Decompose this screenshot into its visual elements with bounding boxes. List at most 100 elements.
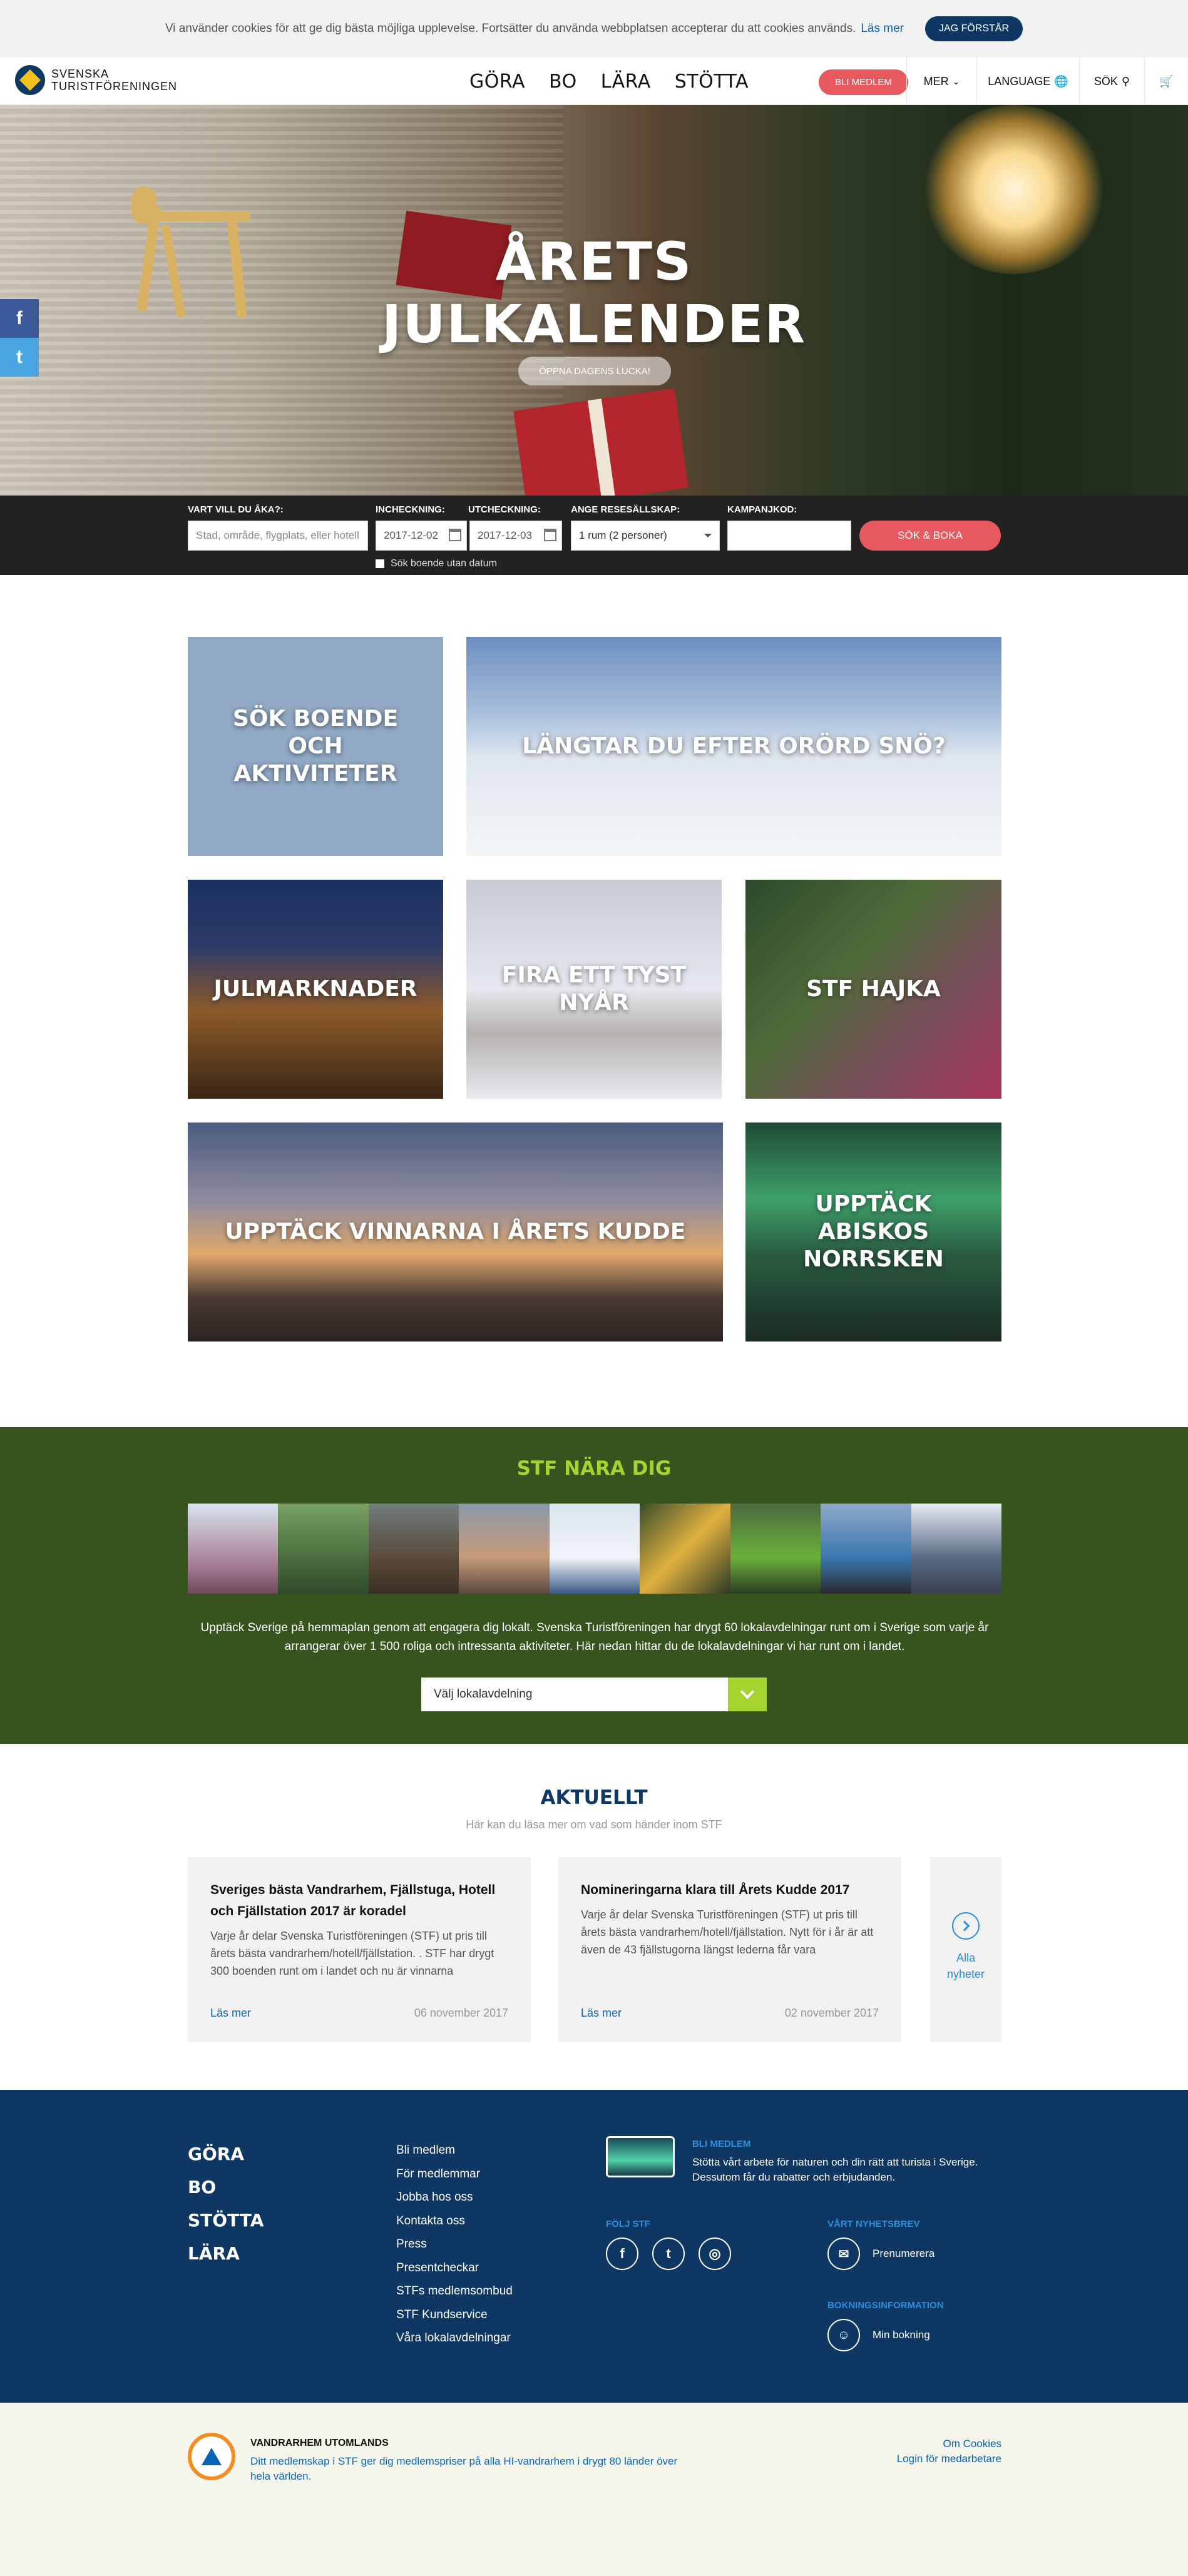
tile-abisko-aurora[interactable]: UPPTÄCK ABISKOS NORRSKEN: [745, 1123, 1001, 1341]
cookie-bar: Vi använder cookies för att ge dig bästa…: [0, 0, 1188, 58]
language-label: LANGUAGE: [988, 74, 1051, 88]
footer-link[interactable]: Jobba hos oss: [396, 2186, 513, 2209]
cart-button[interactable]: 🛒: [1144, 58, 1188, 105]
local-branch-select[interactable]: Välj lokalavdelning: [421, 1677, 767, 1711]
news-card-date: 06 november 2017: [414, 2007, 508, 2019]
section-text: Upptäck Sverige på hemmaplan genom att e…: [200, 1621, 989, 1653]
footer-link[interactable]: Bli medlem: [396, 2139, 513, 2162]
caret-down-icon: [704, 534, 712, 541]
activity-photo: [368, 1504, 459, 1594]
checkbox[interactable]: [376, 559, 384, 568]
cart-icon: 🛒: [1159, 74, 1174, 88]
footer-link[interactable]: Presentcheckar: [396, 2256, 513, 2280]
search-book-button[interactable]: SÖK & BOKA: [859, 521, 1001, 551]
cookies-link[interactable]: Om Cookies: [814, 2438, 1001, 2450]
follow-heading: FÖLJ STF: [606, 2219, 650, 2229]
tile-quiet-new-year[interactable]: FIRA ETT TYST NYÅR: [466, 880, 722, 1099]
all-news-link[interactable]: Alla nyheter: [930, 1857, 1001, 2042]
subscribe-link[interactable]: ✉ Prenumerera: [827, 2237, 935, 2270]
news-card[interactable]: Sveriges bästa Vandrarhem, Fjällstuga, H…: [188, 1857, 531, 2042]
instagram-icon[interactable]: ◎: [699, 2237, 731, 2270]
news-card[interactable]: Nomineringarna klara till Årets Kudde 20…: [558, 1857, 901, 2042]
staff-login-link[interactable]: Login för medarbetare: [814, 2453, 1001, 2465]
footer-link[interactable]: Våra lokalavdelningar: [396, 2326, 513, 2350]
news-card-text: Varje år delar Svenska Turistföreningen …: [210, 1930, 494, 1977]
news-title: AKTUELLT: [540, 1786, 648, 1809]
activity-photo: [911, 1504, 1001, 1594]
nav-stotta[interactable]: STÖTTA: [675, 71, 749, 93]
news-card-date: 02 november 2017: [784, 2007, 879, 2019]
news-card-title[interactable]: Sveriges bästa Vandrarhem, Fjällstuga, H…: [210, 1880, 508, 1922]
main-nav: GÖRA BO LÄRA STÖTTA: [469, 58, 772, 105]
footer-nav-bo[interactable]: BO: [188, 2171, 264, 2204]
open-todays-door-button[interactable]: ÖPPNA DAGENS LUCKA!: [518, 357, 671, 385]
party-select[interactable]: 1 rum (2 personer): [571, 521, 720, 551]
tile-stf-hajka[interactable]: STF HAJKA: [745, 880, 1001, 1099]
facebook-icon[interactable]: f: [606, 2237, 638, 2270]
cookie-accept-button[interactable]: JAG FÖRSTÅR: [925, 16, 1023, 41]
activity-photo: [459, 1504, 550, 1594]
chevron-right-icon: [952, 1912, 980, 1940]
search-menu[interactable]: SÖK ⚲: [1079, 58, 1144, 105]
photo-strip: [188, 1504, 1001, 1594]
where-input[interactable]: Stad, område, flygplats, eller hotell: [188, 521, 368, 551]
checkin-date-input[interactable]: 2017-12-02: [376, 521, 467, 551]
activity-photo: [730, 1504, 821, 1594]
twitter-icon[interactable]: t: [652, 2237, 685, 2270]
member-heading[interactable]: BLI MEDLEM: [692, 2139, 750, 2149]
party-label: ANGE RESESÄLLSKAP:: [571, 504, 680, 515]
my-booking-link[interactable]: ☺ Min bokning: [827, 2319, 930, 2351]
footer-nav-stotta[interactable]: STÖTTA: [188, 2204, 264, 2237]
footer-links: Bli medlem För medlemmar Jobba hos oss K…: [396, 2139, 513, 2350]
activity-photo: [188, 1504, 279, 1594]
more-label: MER: [923, 74, 949, 88]
tile-untouched-snow[interactable]: LÄNGTAR DU EFTER ORÖRD SNÖ?: [466, 637, 1001, 856]
booking-info-heading: BOKNINGSINFORMATION: [827, 2300, 944, 2311]
hi-text[interactable]: Ditt medlemskap i STF ger dig medlemspri…: [250, 2454, 689, 2484]
news-card-title[interactable]: Nomineringarna klara till Årets Kudde 20…: [581, 1880, 879, 1901]
member-card-image[interactable]: [606, 2136, 675, 2177]
read-more-link[interactable]: Läs mer: [581, 2007, 622, 2020]
checkout-date-input[interactable]: 2017-12-03: [469, 521, 562, 551]
footer-link[interactable]: STF Kundservice: [396, 2303, 513, 2327]
nav-gora[interactable]: GÖRA: [469, 71, 525, 93]
footer-link[interactable]: För medlemmar: [396, 2162, 513, 2186]
hero-banner: ÅRETS JULKALENDER ÖPPNA DAGENS LUCKA! f …: [0, 105, 1188, 496]
footer-nav-lara[interactable]: LÄRA: [188, 2237, 264, 2270]
search-label: SÖK: [1093, 74, 1118, 88]
read-more-link[interactable]: Läs mer: [210, 2007, 251, 2020]
logo[interactable]: SVENSKA TURISTFÖRENINGEN: [15, 65, 177, 95]
globe-icon: 🌐: [1054, 74, 1068, 88]
become-member-button[interactable]: BLI MEDLEM: [819, 69, 908, 95]
hero-title: ÅRETS JULKALENDER: [381, 231, 807, 355]
footer-link[interactable]: Kontakta oss: [396, 2209, 513, 2233]
stf-logo-icon: [15, 65, 45, 95]
cookie-read-more-link[interactable]: Läs mer: [861, 22, 904, 36]
activity-photo: [278, 1504, 369, 1594]
chevron-down-icon: ⌄: [952, 76, 960, 86]
twitter-icon[interactable]: t: [0, 338, 39, 377]
tile-christmas-markets[interactable]: JULMARKNADER: [188, 880, 443, 1099]
nav-lara[interactable]: LÄRA: [601, 71, 651, 93]
footer-main-nav: GÖRA BO STÖTTA LÄRA: [188, 2137, 264, 2270]
logo-line-1: SVENSKA: [51, 68, 110, 80]
hostelling-international-logo[interactable]: [188, 2433, 235, 2480]
calendar-icon: [544, 529, 556, 541]
more-menu[interactable]: MER ⌄: [906, 58, 976, 105]
tile-search-accommodation[interactable]: SÖK BOENDE OCH AKTIVITETER: [188, 637, 443, 856]
nav-bo[interactable]: BO: [549, 71, 577, 93]
campaign-code-input[interactable]: [727, 521, 851, 551]
tile-winners-kudde[interactable]: UPPTÄCK VINNARNA I ÅRETS KUDDE: [188, 1123, 723, 1341]
newsletter-heading: VÅRT NYHETSBREV: [827, 2219, 920, 2229]
chevron-down-icon[interactable]: [728, 1677, 767, 1711]
language-menu[interactable]: LANGUAGE 🌐: [976, 58, 1079, 105]
facebook-icon[interactable]: f: [0, 299, 39, 338]
activity-photo: [821, 1504, 911, 1594]
footer-link[interactable]: STFs medlemsombud: [396, 2279, 513, 2303]
footer-link[interactable]: Press: [396, 2232, 513, 2256]
search-without-date-checkbox[interactable]: Sök boende utan datum: [376, 558, 497, 569]
user-icon: ☺: [827, 2319, 860, 2351]
campaign-code-label: KAMPANJKOD:: [727, 504, 797, 515]
news-card-text: Varje år delar Svenska Turistföreningen …: [581, 1908, 874, 1956]
footer-nav-gora[interactable]: GÖRA: [188, 2137, 264, 2171]
